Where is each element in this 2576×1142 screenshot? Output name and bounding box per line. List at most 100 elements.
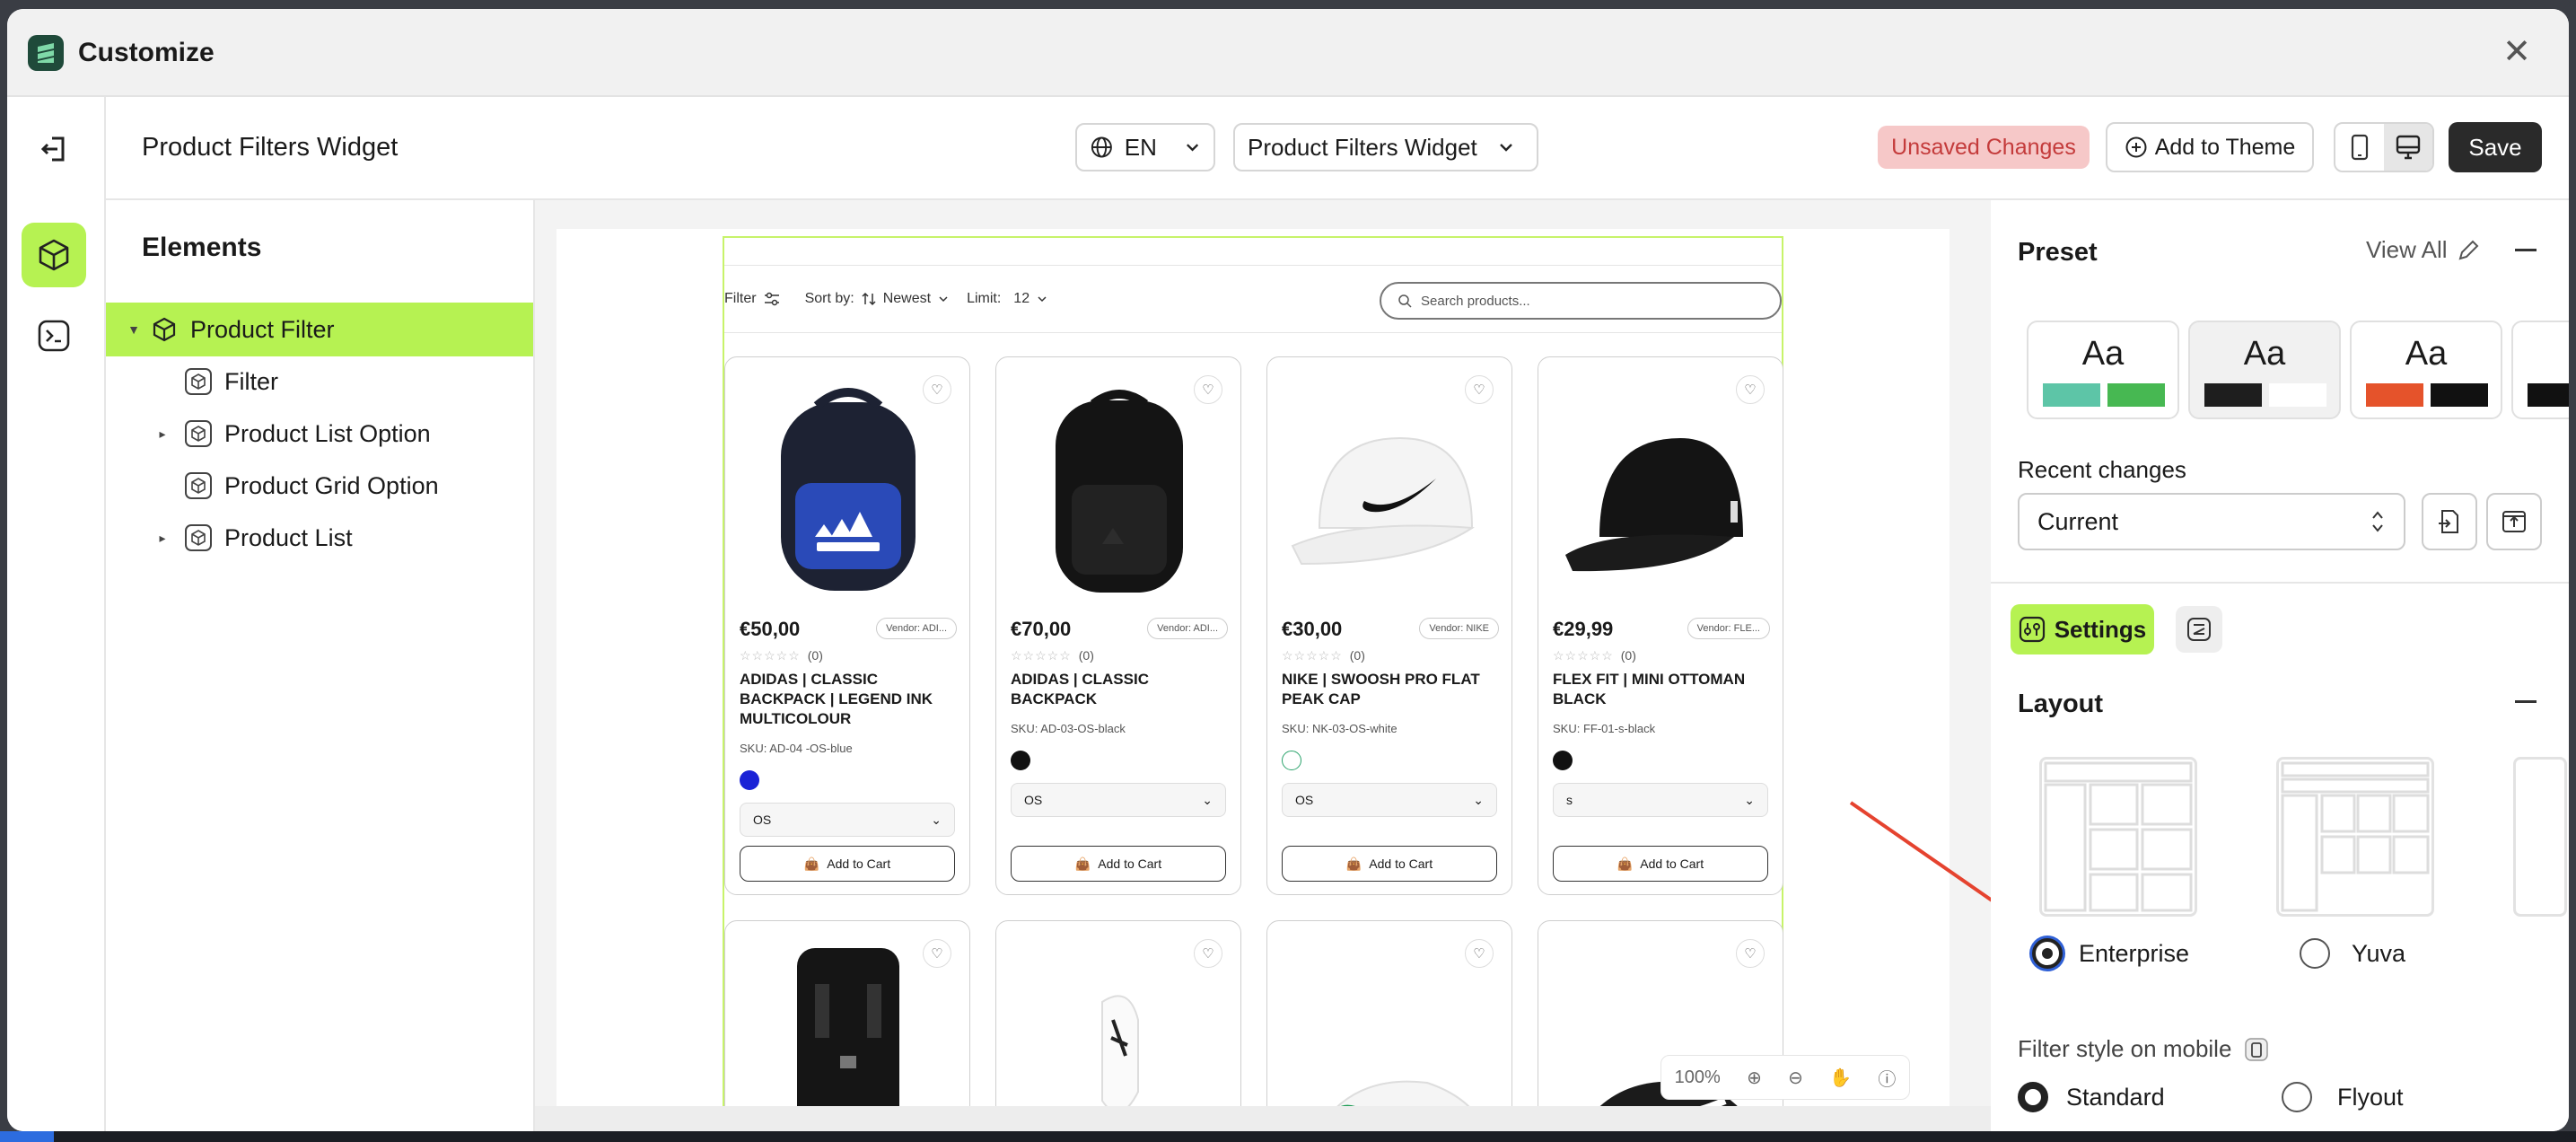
hand-icon[interactable]: ✋: [1829, 1067, 1852, 1089]
zoom-out-icon[interactable]: ⊖: [1788, 1067, 1803, 1089]
preset-card[interactable]: [2511, 321, 2569, 419]
recent-changes-select[interactable]: Current: [2018, 493, 2405, 550]
layout-yuva-thumbnail[interactable]: [2276, 757, 2434, 917]
add-to-cart-label: Add to Cart: [1640, 856, 1704, 871]
sort-label: Sort by:: [804, 291, 854, 306]
layout-third-thumbnail[interactable]: [2513, 757, 2567, 917]
chevron-down-icon: [1038, 296, 1047, 303]
preset-swatch: [2431, 383, 2488, 407]
variant-select[interactable]: OS ⌄: [1011, 783, 1226, 817]
zoom-level: 100%: [1674, 1067, 1721, 1087]
language-select[interactable]: EN: [1075, 123, 1215, 171]
caret-right-icon[interactable]: ▸: [156, 426, 169, 442]
exit-icon[interactable]: [38, 133, 72, 165]
filter-flyout-radio[interactable]: [2282, 1082, 2312, 1112]
panel-divider: [1991, 582, 2569, 584]
color-swatch[interactable]: [740, 770, 759, 790]
variant-select[interactable]: s ⌄: [1553, 783, 1768, 817]
product-card[interactable]: ♡: [1266, 920, 1512, 1131]
review-count: (0): [807, 648, 823, 663]
product-card[interactable]: ♡ €70,00 Vendor: ADI... ☆☆☆☆☆ (0) ADIDAS …: [995, 356, 1241, 895]
view-all-label: View All: [2366, 236, 2448, 263]
layout-enterprise-thumbnail[interactable]: [2039, 757, 2197, 917]
tree-item-label: Product List Option: [224, 419, 431, 447]
tree-item-product-list[interactable]: ▸ Product List: [106, 511, 533, 565]
product-name[interactable]: ADIDAS | CLASSIC BACKPACK: [1011, 670, 1230, 709]
layout-yuva-radio[interactable]: [2300, 938, 2330, 969]
product-name[interactable]: FLEX FIT | MINI OTTOMAN BLACK: [1553, 670, 1772, 709]
caret-down-icon[interactable]: ▼: [127, 322, 140, 337]
help-icon[interactable]: ⓘ: [1878, 1065, 1896, 1091]
search-icon: [1398, 294, 1412, 308]
tree-item-product-filter[interactable]: ▼ Product Filter: [106, 303, 533, 356]
add-to-cart-button[interactable]: 👜 Add to Cart: [1553, 846, 1768, 882]
elements-cube-icon[interactable]: [22, 223, 86, 287]
tab-settings[interactable]: Settings: [2011, 604, 2154, 654]
product-card[interactable]: ♡ €29,99 Vendor: FLE... ☆☆☆☆☆ (0) FLEX FI…: [1538, 356, 1783, 895]
filter-label: Filter: [724, 291, 757, 306]
product-card[interactable]: ♡ €50,00 Vendor: ADI... ☆☆☆☆☆ (0) ADIDAS …: [724, 356, 970, 895]
collapse-preset-icon[interactable]: [2515, 249, 2537, 251]
view-all-link[interactable]: View All: [2366, 236, 2480, 264]
chevron-down-icon: [1499, 144, 1512, 152]
variant-value: OS: [753, 813, 772, 827]
edit-icon: [2458, 240, 2478, 259]
tab-advanced-icon[interactable]: [2176, 606, 2222, 653]
vendor-badge: Vendor: NIKE: [1419, 618, 1499, 639]
save-button[interactable]: Save: [2449, 122, 2542, 172]
product-sku: SKU: AD-03-OS-black: [1011, 722, 1126, 735]
preset-card[interactable]: Aa: [2027, 321, 2179, 419]
tree-item-product-list-option[interactable]: ▸ Product List Option: [106, 407, 533, 461]
product-sku: SKU: NK-03-OS-white: [1282, 722, 1398, 735]
zoom-in-icon[interactable]: ⊕: [1747, 1067, 1762, 1089]
filter-style-mobile-label: Filter style on mobile: [2018, 1035, 2269, 1063]
tree-item-label: Product Grid Option: [224, 471, 439, 499]
review-count: (0): [1620, 648, 1636, 663]
widget-select[interactable]: Product Filters Widget: [1233, 123, 1538, 171]
product-card[interactable]: ♡ €30,00 Vendor: NIKE ☆☆☆☆☆ (0) NIKE | SW…: [1266, 356, 1512, 895]
color-swatch[interactable]: [1011, 751, 1030, 770]
terminal-icon[interactable]: [22, 303, 86, 368]
limit-select[interactable]: Limit: 12: [967, 291, 1047, 307]
variant-select[interactable]: OS ⌄: [1282, 783, 1497, 817]
filter-toggle[interactable]: Filter: [724, 291, 780, 307]
preset-sample: Aa: [2081, 335, 2125, 373]
preset-swatch: [2204, 383, 2262, 407]
product-price: €29,99: [1553, 618, 1614, 640]
product-name[interactable]: NIKE | SWOOSH PRO FLAT PEAK CAP: [1282, 670, 1501, 709]
import-icon[interactable]: [2422, 493, 2477, 550]
mobile-view-icon[interactable]: [2335, 124, 2384, 171]
color-swatch[interactable]: [1282, 751, 1301, 770]
product-filter-widget-frame[interactable]: Filter Sort by: Newest Limit: 12 Search …: [723, 236, 1783, 1131]
store-toolbar: Filter Sort by: Newest Limit: 12 Search …: [724, 265, 1782, 333]
close-icon[interactable]: ✕: [2501, 35, 2533, 69]
caret-right-icon[interactable]: ▸: [156, 531, 169, 546]
filter-standard-radio[interactable]: [2018, 1082, 2048, 1112]
variant-select[interactable]: OS ⌄: [740, 803, 955, 837]
color-swatch[interactable]: [1553, 751, 1573, 770]
preset-card[interactable]: Aa: [2188, 321, 2341, 419]
desktop-view-icon[interactable]: [2384, 124, 2432, 171]
sliders-icon: [764, 292, 779, 306]
add-to-cart-button[interactable]: 👜 Add to Cart: [740, 846, 955, 882]
add-to-cart-button[interactable]: 👜 Add to Cart: [1011, 846, 1226, 882]
horizontal-scrollbar[interactable]: [535, 1106, 1991, 1131]
add-to-cart-button[interactable]: 👜 Add to Cart: [1282, 846, 1497, 882]
sort-select[interactable]: Sort by: Newest: [805, 291, 950, 307]
export-icon[interactable]: [2486, 493, 2542, 550]
tree-item-product-grid-option[interactable]: Product Grid Option: [106, 459, 533, 513]
preset-card[interactable]: Aa: [2350, 321, 2502, 419]
tree-item-filter[interactable]: Filter: [106, 355, 533, 408]
product-card[interactable]: ♡: [995, 920, 1241, 1131]
product-image: [1582, 1081, 1756, 1131]
zoom-controls: 100% ⊕ ⊖ ✋ ⓘ: [1660, 1055, 1910, 1100]
product-name[interactable]: ADIDAS | CLASSIC BACKPACK | LEGEND INK M…: [740, 670, 959, 729]
product-card[interactable]: ♡: [724, 920, 970, 1131]
window-title: Customize: [78, 38, 215, 67]
layout-heading: Layout: [2018, 690, 2104, 718]
add-to-theme-button[interactable]: Add to Theme: [2106, 122, 2314, 172]
search-input[interactable]: Search products...: [1380, 282, 1782, 320]
layout-enterprise-radio[interactable]: [2032, 938, 2063, 969]
collapse-layout-icon[interactable]: [2515, 700, 2537, 703]
element-box-icon: [185, 472, 212, 499]
